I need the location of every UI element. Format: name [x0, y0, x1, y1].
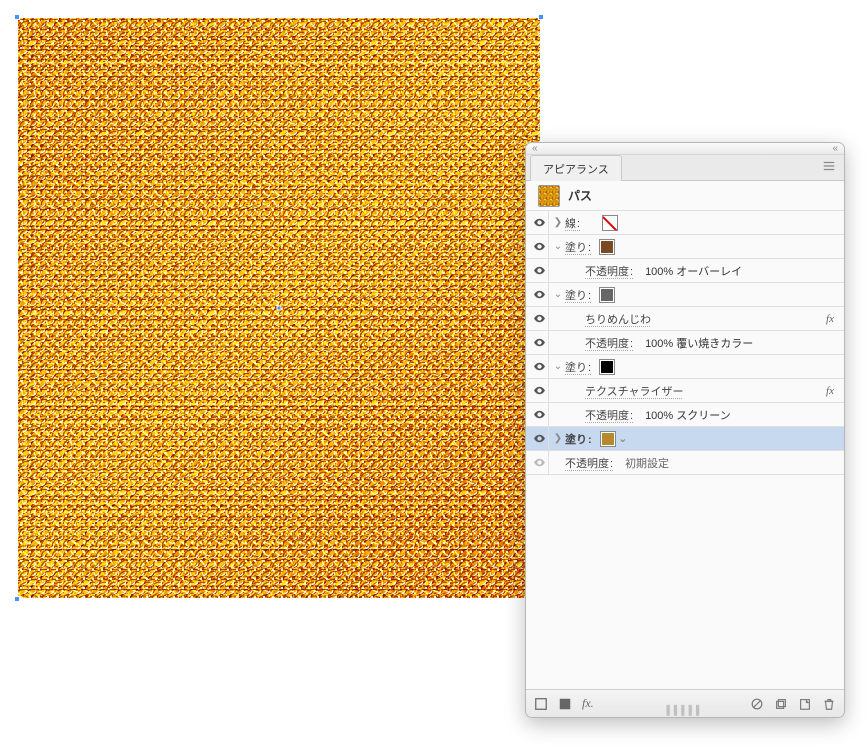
object-header-row[interactable]: パス	[526, 181, 844, 211]
fill-label[interactable]: 塗り	[565, 239, 593, 255]
fill-row-3[interactable]: ⌄ 塗り	[526, 355, 844, 379]
delete-item-button[interactable]	[822, 697, 836, 711]
stroke-swatch-none[interactable]	[602, 215, 618, 231]
collapse-arrow-icon[interactable]: ⌄	[551, 361, 565, 372]
fill-swatch[interactable]	[600, 431, 616, 447]
opacity-value[interactable]: 100% オーバーレイ	[645, 263, 742, 279]
visibility-toggle[interactable]	[530, 360, 548, 373]
fx-badge-icon: fx	[826, 385, 834, 397]
visibility-toggle[interactable]	[530, 408, 548, 421]
opacity-value[interactable]: 初期設定	[625, 455, 669, 471]
fill-swatch[interactable]	[599, 287, 615, 303]
collapse-arrow-icon[interactable]: ⌄	[551, 289, 565, 300]
fill3-opacity-row[interactable]: 不透明度 100% スクリーン	[526, 403, 844, 427]
hamburger-icon	[822, 159, 836, 173]
stroke-row[interactable]: ❯ 線	[526, 211, 844, 235]
add-effect-button[interactable]: fx.	[582, 696, 594, 711]
visibility-toggle[interactable]	[530, 384, 548, 397]
new-item-button[interactable]	[798, 697, 812, 711]
stroke-label[interactable]: 線	[565, 215, 582, 231]
opacity-value[interactable]: 100% スクリーン	[645, 407, 731, 423]
swatch-dropdown-icon[interactable]: ⌄	[618, 431, 628, 447]
fill1-opacity-row[interactable]: 不透明度 100% オーバーレイ	[526, 259, 844, 283]
duplicate-item-button[interactable]	[774, 697, 788, 711]
fill-label[interactable]: 塗り	[565, 359, 593, 375]
object-thumbnail	[538, 185, 560, 207]
collapse-arrow-icon[interactable]: ⌄	[551, 241, 565, 252]
fill2-effect-row[interactable]: ちりめんじわ fx	[526, 307, 844, 331]
opacity-label[interactable]: 不透明度	[585, 407, 635, 423]
new-fill-button[interactable]	[558, 697, 572, 711]
opacity-label[interactable]: 不透明度	[585, 335, 635, 351]
fill-row-4-selected[interactable]: ❯ 塗り ⌄	[526, 427, 844, 451]
opacity-label[interactable]: 不透明度	[585, 263, 635, 279]
fill-label[interactable]: 塗り	[565, 287, 593, 303]
visibility-toggle[interactable]	[530, 240, 548, 253]
effect-name[interactable]: テクスチャライザー	[585, 383, 684, 399]
fill-row-1[interactable]: ⌄ 塗り	[526, 235, 844, 259]
new-stroke-button[interactable]	[534, 697, 548, 711]
expand-arrow-icon[interactable]: ❯	[551, 433, 565, 444]
expand-arrow-icon[interactable]: ❯	[551, 217, 565, 228]
visibility-toggle[interactable]	[530, 336, 548, 349]
resize-grip-icon[interactable]: ▌▌▌▌▌	[667, 705, 704, 715]
visibility-toggle-disabled	[530, 456, 548, 469]
fill-row-2[interactable]: ⌄ 塗り	[526, 283, 844, 307]
opacity-label[interactable]: 不透明度	[565, 455, 615, 471]
visibility-toggle[interactable]	[530, 288, 548, 301]
canvas[interactable]	[18, 18, 540, 598]
object-opacity-row[interactable]: 不透明度 初期設定	[526, 451, 844, 475]
opacity-value[interactable]: 100% 覆い焼きカラー	[645, 335, 753, 351]
visibility-toggle[interactable]	[530, 312, 548, 325]
fill-swatch[interactable]	[599, 359, 615, 375]
gold-texture-artwork[interactable]	[18, 18, 540, 598]
tab-appearance[interactable]: アピアランス	[530, 155, 622, 181]
visibility-toggle[interactable]	[530, 216, 548, 229]
appearance-panel: « « アピアランス パス ❯ 線 ⌄ 塗り	[525, 142, 845, 718]
fx-badge-icon: fx	[826, 313, 834, 325]
collapse-left-icon[interactable]: «	[532, 144, 538, 154]
fill-swatch[interactable]	[599, 239, 615, 255]
tab-label: アピアランス	[543, 164, 609, 176]
fill-label[interactable]: 塗り	[565, 431, 594, 447]
collapse-right-icon[interactable]: «	[832, 144, 838, 154]
fill3-effect-row[interactable]: テクスチャライザー fx	[526, 379, 844, 403]
effect-name[interactable]: ちりめんじわ	[585, 311, 651, 327]
object-type-label: パス	[568, 187, 592, 204]
visibility-toggle[interactable]	[530, 432, 548, 445]
panel-collapse-bar[interactable]: « «	[526, 143, 844, 155]
clear-appearance-button[interactable]	[750, 697, 764, 711]
panel-menu-button[interactable]	[814, 155, 844, 180]
visibility-toggle[interactable]	[530, 264, 548, 277]
fill2-opacity-row[interactable]: 不透明度 100% 覆い焼きカラー	[526, 331, 844, 355]
